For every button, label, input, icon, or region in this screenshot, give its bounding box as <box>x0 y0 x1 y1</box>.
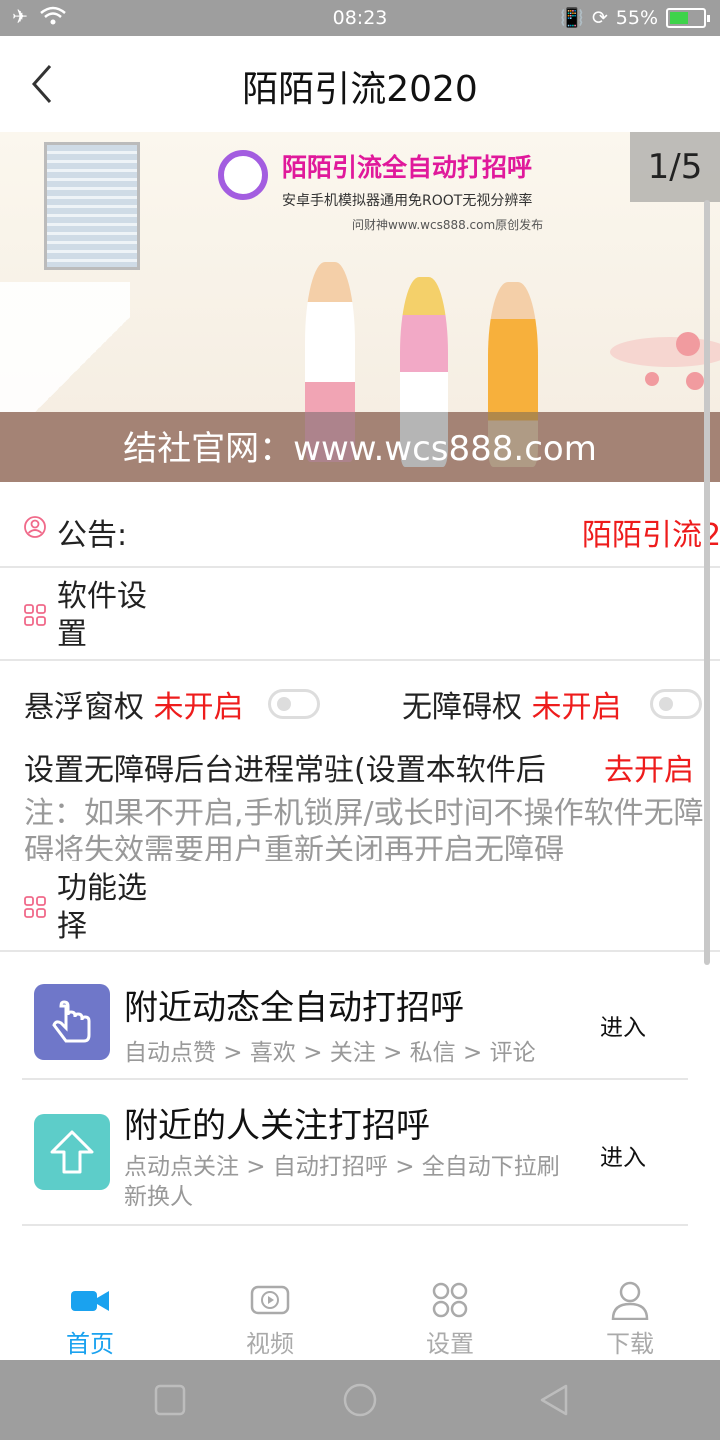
background-resident-text: 设置无障碍后台进程常驻(设置本软件后 <box>24 753 546 788</box>
system-nav-bar <box>0 1360 720 1440</box>
banner-dot-decoration <box>645 372 659 386</box>
recent-apps-icon[interactable] <box>152 1382 188 1418</box>
feature-description: 自动点赞 > 喜欢 > 关注 > 私信 > 评论 <box>124 1040 536 1066</box>
tab-label: 下载 <box>606 1330 654 1358</box>
scrollbar[interactable] <box>704 200 710 965</box>
float-window-label: 悬浮窗权 <box>24 690 144 725</box>
accessibility-note: 注：如果不开启,手机锁屏/或长时间不操作软件无障碍将失效需要用户重新关闭再开启无… <box>24 796 704 861</box>
battery-percent: 55% <box>615 6 658 29</box>
home-icon[interactable] <box>342 1382 378 1418</box>
back-icon[interactable] <box>536 1382 572 1418</box>
float-window-permission: 悬浮窗权 未开启 <box>24 682 244 726</box>
page-title: 陌陌引流2020 <box>242 69 478 110</box>
software-settings-section: 软件设置 <box>0 568 720 661</box>
banner-dot-decoration <box>686 372 704 390</box>
battery-icon <box>666 7 710 28</box>
banner-window-illustration <box>44 142 140 270</box>
accessibility-toggle[interactable] <box>650 689 702 719</box>
tap-hand-icon <box>34 984 110 1060</box>
banner-promo-credit: 问财神www.wcs888.com原创发布 <box>352 218 544 232</box>
tab-label: 视频 <box>246 1330 294 1358</box>
tab-settings[interactable]: 设置 <box>360 1262 540 1360</box>
grid-icon <box>24 896 46 918</box>
feature-description: 点动点关注 > 自动打招呼 > 全自动下拉刷新换人 <box>124 1154 560 1210</box>
feature-item[interactable]: 附近的人关注打招呼 点动点关注 > 自动打招呼 > 全自动下拉刷新换人 进入 <box>22 1080 688 1226</box>
float-window-status: 未开启 <box>153 690 244 725</box>
go-enable-link[interactable]: 去开启 <box>604 745 694 789</box>
notice-marquee-text: 陌陌引流2 <box>582 518 720 553</box>
accessibility-status: 未开启 <box>531 690 622 725</box>
up-arrow-icon <box>34 1114 110 1190</box>
play-icon <box>250 1285 290 1315</box>
tab-video[interactable]: 视频 <box>180 1262 360 1360</box>
feature-selection-title: 功能选择 <box>57 871 147 944</box>
float-window-toggle[interactable] <box>268 689 320 719</box>
banner-page-counter: 1/5 <box>630 132 720 202</box>
feature-item[interactable]: 附近动态全自动打招呼 自动点赞 > 喜欢 > 关注 > 私信 > 评论 进入 <box>22 952 688 1080</box>
app-header: 陌陌引流2020 <box>0 36 720 132</box>
user-circle-icon <box>24 516 46 538</box>
grid-icon <box>24 604 46 626</box>
bottom-tab-bar: 首页 视频 设置 下载 <box>0 1262 720 1360</box>
enter-button[interactable]: 进入 <box>600 1008 646 1042</box>
tab-label: 设置 <box>426 1330 474 1358</box>
person-icon <box>611 1281 649 1320</box>
banner-dot-decoration <box>676 332 700 356</box>
momo-logo-icon <box>218 150 268 200</box>
notice-row: 公告: 陌陌引流2 <box>0 482 720 568</box>
feature-name: 附近动态全自动打招呼 <box>124 988 464 1028</box>
status-bar: ✈ 08:23 📳 ⟳ 55% <box>0 0 720 36</box>
tab-home[interactable]: 首页 <box>0 1262 180 1360</box>
enter-button[interactable]: 进入 <box>600 1138 646 1172</box>
banner-caption: 结社官网：www.wcs888.com <box>123 429 597 469</box>
banner-promo-title: 陌陌引流全自动打招呼 <box>282 153 533 182</box>
accessibility-label: 无障碍权 <box>402 690 522 725</box>
screen: ✈ 08:23 📳 ⟳ 55% 陌陌引流2020 陌陌引流全自动打招呼 安卓手机… <box>0 0 720 1440</box>
software-settings-title: 软件设置 <box>57 579 147 652</box>
feature-selection-section: 功能选择 <box>0 862 720 952</box>
tab-label: 首页 <box>66 1330 114 1358</box>
banner-promo-subtitle: 安卓手机模拟器通用免ROOT无视分辨率 <box>282 193 533 209</box>
vibrate-icon: 📳 <box>560 7 584 29</box>
banner-carousel[interactable]: 陌陌引流全自动打招呼 安卓手机模拟器通用免ROOT无视分辨率 问财神www.wc… <box>0 132 720 482</box>
tab-download[interactable]: 下载 <box>540 1262 720 1360</box>
grid-icon <box>432 1282 468 1318</box>
feature-name: 附近的人关注打招呼 <box>124 1106 430 1146</box>
video-camera-icon <box>71 1291 109 1311</box>
rotation-lock-icon: ⟳ <box>591 6 608 29</box>
accessibility-permission: 无障碍权 未开启 <box>402 682 622 726</box>
notice-label: 公告: <box>57 518 128 553</box>
